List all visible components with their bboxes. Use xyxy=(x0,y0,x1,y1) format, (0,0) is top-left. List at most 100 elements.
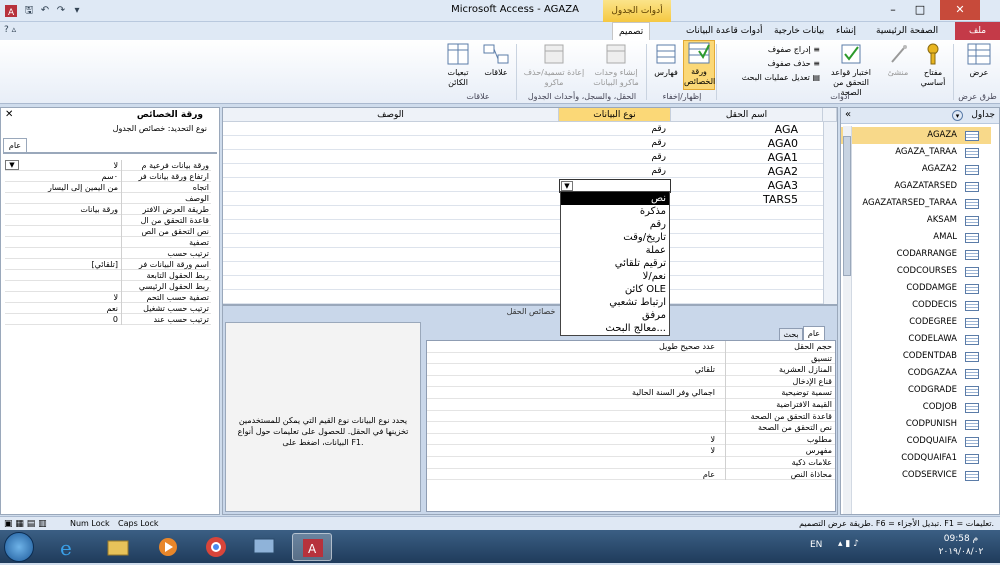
table-row[interactable] xyxy=(223,290,823,304)
access-logo-icon[interactable]: A xyxy=(4,4,18,18)
nav-item-table[interactable]: AMAL xyxy=(841,229,991,246)
nav-item-table[interactable]: CODCOURSES xyxy=(841,263,991,280)
nav-item-table[interactable]: CODPUNISH xyxy=(841,416,991,433)
nav-title[interactable]: جداول xyxy=(971,110,995,120)
field-property-row[interactable]: تنسيق xyxy=(427,352,835,365)
nav-item-table[interactable]: AGAZA2 xyxy=(841,161,991,178)
field-property-row[interactable]: مطلوب لا xyxy=(427,433,835,446)
data-type-cell[interactable]: رقم xyxy=(560,152,670,162)
property-value[interactable]: 0 xyxy=(5,314,121,325)
dropdown-option[interactable]: نعم/لا xyxy=(561,270,669,283)
access-taskbar-icon[interactable]: A xyxy=(292,533,332,561)
property-row[interactable]: ترتيب حسب تشغيل نعم xyxy=(5,303,211,314)
field-property-row[interactable]: حجم الحقل عدد صحيح طويل xyxy=(427,341,835,353)
dropdown-option[interactable]: ترقيم تلقائي xyxy=(561,257,669,270)
property-tab-general[interactable]: عام xyxy=(3,138,27,152)
tab-file[interactable]: ملف xyxy=(955,22,1000,40)
dropdown-option[interactable]: مذكرة xyxy=(561,205,669,218)
view-button[interactable]: عرض xyxy=(962,42,996,78)
field-property-row[interactable]: المنازل العشرية تلقائي xyxy=(427,364,835,376)
nav-item-table[interactable]: AGAZATARSED xyxy=(841,178,991,195)
tab-external-data[interactable]: بيانات خارجية xyxy=(768,22,830,40)
field-property-row[interactable]: مفهرس لا xyxy=(427,445,835,457)
media-player-icon[interactable] xyxy=(148,533,188,561)
dropdown-option[interactable]: كائن OLE xyxy=(561,283,669,296)
property-row[interactable]: تصفية xyxy=(5,237,211,248)
language-indicator[interactable]: EN xyxy=(810,540,822,550)
property-value[interactable]: من اليمين إلى اليسار xyxy=(5,182,121,193)
property-row[interactable]: قاعدة التحقق من ال xyxy=(5,215,211,226)
table-row[interactable] xyxy=(223,248,823,262)
table-row[interactable] xyxy=(223,276,823,290)
field-property-value[interactable]: عام xyxy=(427,469,725,481)
table-row[interactable]: AGA رقم xyxy=(223,122,823,136)
property-row[interactable]: ترتيب حسب xyxy=(5,248,211,259)
property-row[interactable]: نص التحقق من الص xyxy=(5,226,211,237)
nav-item-table[interactable]: CODGRADE xyxy=(841,382,991,399)
property-row[interactable]: اسم ورقة البيانات فر [تلقائي] xyxy=(5,259,211,270)
nav-item-table[interactable]: CODEGREE xyxy=(841,314,991,331)
property-value[interactable]: نعم xyxy=(5,303,121,314)
nav-item-table[interactable]: CODDECIS xyxy=(841,297,991,314)
field-property-row[interactable]: نص التحقق من الصحة xyxy=(427,422,835,434)
field-property-row[interactable]: تسمية توضيحية اجمالي وفر السنة الحالية xyxy=(427,387,835,399)
undo-icon[interactable]: ↶ xyxy=(38,4,52,18)
object-dependencies-button[interactable]: تبعيات الكائن xyxy=(440,42,476,88)
field-name-cell[interactable]: AGA0 xyxy=(768,137,798,150)
property-value[interactable]: لا xyxy=(5,292,121,303)
dropdown-option[interactable]: معالج البحث... xyxy=(561,322,669,335)
dropdown-option[interactable]: ارتباط تشعبي xyxy=(561,296,669,309)
nav-item-table[interactable]: CODSERVICE xyxy=(841,467,991,484)
nav-scroll-thumb[interactable] xyxy=(843,136,851,276)
tab-home[interactable]: الصفحة الرئيسية xyxy=(870,22,944,40)
combobox-arrow-icon[interactable]: ▼ xyxy=(561,181,573,191)
table-row[interactable] xyxy=(223,262,823,276)
modify-lookups-button[interactable]: تعديل عمليات البحث ▤ xyxy=(720,72,820,84)
nav-item-table[interactable]: AKSAM xyxy=(841,212,991,229)
minimize-button[interactable]: – xyxy=(880,0,906,20)
table-row[interactable]: TARS5 xyxy=(223,192,823,206)
indexes-button[interactable]: فهارس xyxy=(650,42,682,78)
field-name-cell[interactable]: AGA3 xyxy=(768,179,798,192)
field-property-value[interactable]: عدد صحيح طويل xyxy=(427,341,725,353)
close-button[interactable]: ✕ xyxy=(940,0,980,20)
field-property-row[interactable]: قناع الإدخال xyxy=(427,375,835,388)
field-name-cell[interactable]: AGA1 xyxy=(768,151,798,164)
primary-key-button[interactable]: مفتاح أساسي xyxy=(915,42,951,88)
field-property-value[interactable]: لا xyxy=(427,434,725,446)
table-row[interactable] xyxy=(223,206,823,220)
create-data-macros-button[interactable]: إنشاء وحدات ماكرو البيانات xyxy=(588,42,644,88)
property-row[interactable]: اتجاه من اليمين إلى اليسار xyxy=(5,182,211,193)
builder-button[interactable]: منشئ xyxy=(882,42,914,78)
start-button[interactable] xyxy=(4,532,34,562)
customize-toolbar-icon[interactable]: ▾ xyxy=(70,4,84,18)
field-property-value[interactable]: تلقائي xyxy=(427,364,725,376)
nav-item-table[interactable]: CODDAMGE xyxy=(841,280,991,297)
property-value[interactable]: ٠سم xyxy=(5,171,121,182)
field-name-cell[interactable]: AGA xyxy=(775,123,798,136)
data-type-cell[interactable]: رقم xyxy=(560,124,670,134)
field-property-value[interactable]: اجمالي وفر السنة الحالية xyxy=(427,387,725,399)
dropdown-option[interactable]: مرفق xyxy=(561,309,669,322)
dropdown-option[interactable]: عملة xyxy=(561,244,669,257)
tab-create[interactable]: إنشاء xyxy=(830,22,862,40)
property-sheet-button[interactable]: ورقة الخصائص xyxy=(683,40,715,90)
insert-rows-button[interactable]: إدراج صفوف ≡ xyxy=(742,44,820,56)
field-tab-lookup[interactable]: بحث xyxy=(779,328,803,340)
property-row[interactable]: تصفية حسب التحم لا xyxy=(5,292,211,303)
tab-design[interactable]: تصميم xyxy=(612,22,651,40)
data-type-cell[interactable]: رقم xyxy=(560,166,670,176)
field-property-row[interactable]: القيمة الافتراضية xyxy=(427,398,835,411)
table-row[interactable]: AGA1 رقم xyxy=(223,150,823,164)
property-value[interactable]: لا xyxy=(5,160,121,171)
table-row[interactable] xyxy=(223,220,823,234)
nav-item-table[interactable]: CODJOB xyxy=(841,399,991,416)
nav-scrollbar[interactable] xyxy=(843,126,852,514)
property-row[interactable]: ربط الحقول الرئيسي xyxy=(5,281,211,292)
property-row[interactable]: ارتفاع ورقة بيانات فر ٠سم xyxy=(5,171,211,182)
clock-time[interactable]: 09:58 م xyxy=(928,534,994,544)
property-row[interactable]: الوصف xyxy=(5,193,211,204)
field-property-value[interactable]: لا xyxy=(427,445,725,457)
tab-database-tools[interactable]: أدوات قاعدة البيانات xyxy=(680,22,769,40)
dropdown-option[interactable]: رقم xyxy=(561,218,669,231)
